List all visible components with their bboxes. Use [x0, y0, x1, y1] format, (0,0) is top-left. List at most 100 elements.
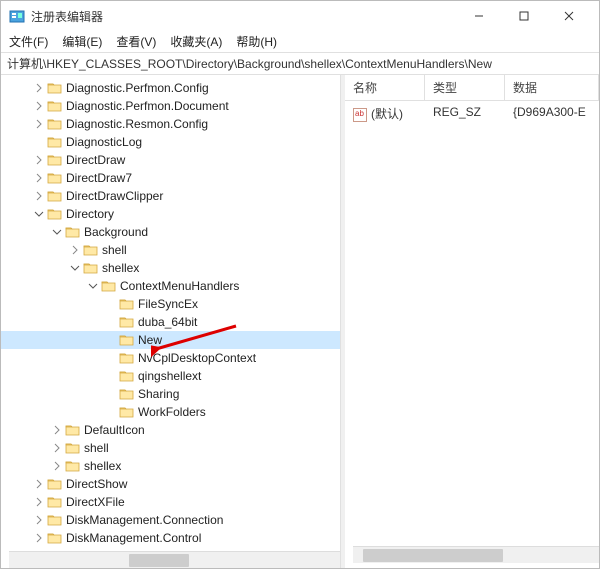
tree-item[interactable]: NvCplDesktopContext	[1, 349, 340, 367]
menu-file[interactable]: 文件(F)	[9, 33, 48, 50]
menu-favorites[interactable]: 收藏夹(A)	[170, 33, 222, 50]
column-header-data[interactable]: 数据	[505, 75, 599, 100]
tree-item-label: ContextMenuHandlers	[120, 279, 239, 293]
chevron-right-icon[interactable]	[31, 170, 47, 186]
tree-item[interactable]: DiskManagement.Connection	[1, 511, 340, 529]
tree-item[interactable]: DefaultIcon	[1, 421, 340, 439]
tree-item[interactable]: Directory	[1, 205, 340, 223]
tree-item-label: shell	[102, 243, 127, 257]
tree-item-label: DirectDraw	[66, 153, 125, 167]
folder-icon	[47, 477, 63, 491]
value-row[interactable]: (默认) REG_SZ{D969A300-E	[345, 101, 599, 126]
tree-item[interactable]: DirectXFile	[1, 493, 340, 511]
folder-icon	[47, 171, 63, 185]
tree-item[interactable]: WorkFolders	[1, 403, 340, 421]
chevron-right-icon[interactable]	[31, 116, 47, 132]
close-button[interactable]	[546, 1, 591, 31]
tree-item[interactable]: Diagnostic.Resmon.Config	[1, 115, 340, 133]
tree-item[interactable]: shellex	[1, 259, 340, 277]
menu-view[interactable]: 查看(V)	[116, 33, 156, 50]
column-header-name[interactable]: 名称	[345, 75, 425, 100]
chevron-right-icon[interactable]	[49, 422, 65, 438]
chevron-right-icon[interactable]	[31, 476, 47, 492]
folder-icon	[119, 315, 135, 329]
chevron-right-icon[interactable]	[31, 188, 47, 204]
tree-item-label: shellex	[84, 459, 121, 473]
tree-item-label: Diagnostic.Perfmon.Document	[66, 99, 229, 113]
folder-icon	[65, 441, 81, 455]
folder-icon	[47, 81, 63, 95]
tree-item[interactable]: Background	[1, 223, 340, 241]
chevron-right-icon[interactable]	[67, 242, 83, 258]
window-title: 注册表编辑器	[31, 8, 456, 25]
tree-item-label: DiskManagement.Connection	[66, 513, 223, 527]
menu-edit[interactable]: 编辑(E)	[62, 33, 102, 50]
spacer	[103, 332, 119, 348]
regedit-icon	[9, 8, 25, 24]
chevron-right-icon[interactable]	[31, 98, 47, 114]
folder-icon	[47, 153, 63, 167]
folder-icon	[119, 405, 135, 419]
chevron-right-icon[interactable]	[31, 494, 47, 510]
spacer	[103, 350, 119, 366]
chevron-right-icon[interactable]	[49, 458, 65, 474]
tree-item[interactable]: shell	[1, 439, 340, 457]
tree-item[interactable]: Diagnostic.Perfmon.Config	[1, 79, 340, 97]
horizontal-scrollbar[interactable]	[9, 551, 340, 568]
value-name: (默认)	[371, 107, 403, 121]
minimize-button[interactable]	[456, 1, 501, 31]
value-data: {D969A300-E	[505, 103, 599, 124]
chevron-down-icon[interactable]	[31, 206, 47, 222]
tree-item[interactable]: FileSyncEx	[1, 295, 340, 313]
tree-item[interactable]: ContextMenuHandlers	[1, 277, 340, 295]
maximize-button[interactable]	[501, 1, 546, 31]
tree-item-label: DirectXFile	[66, 495, 125, 509]
menu-help[interactable]: 帮助(H)	[236, 33, 277, 50]
tree-item[interactable]: DirectDrawClipper	[1, 187, 340, 205]
tree-item[interactable]: duba_64bit	[1, 313, 340, 331]
tree-item-label: Diagnostic.Perfmon.Config	[66, 81, 209, 95]
tree-item[interactable]: Sharing	[1, 385, 340, 403]
chevron-right-icon[interactable]	[31, 530, 47, 546]
folder-icon	[119, 351, 135, 365]
folder-icon	[65, 423, 81, 437]
tree-item-label: qingshellext	[138, 369, 201, 383]
spacer	[103, 314, 119, 330]
tree-item-label: NvCplDesktopContext	[138, 351, 256, 365]
spacer	[103, 386, 119, 402]
values-pane[interactable]: 名称 类型 数据 (默认) REG_SZ{D969A300-E	[345, 75, 599, 568]
value-type: REG_SZ	[425, 103, 505, 124]
tree-item[interactable]: shellex	[1, 457, 340, 475]
chevron-down-icon[interactable]	[67, 260, 83, 276]
tree-item-label: FileSyncEx	[138, 297, 198, 311]
horizontal-scrollbar[interactable]	[353, 546, 599, 563]
tree-pane[interactable]: Diagnostic.Perfmon.Config Diagnostic.Perf…	[1, 75, 341, 568]
folder-icon	[47, 117, 63, 131]
spacer	[31, 134, 47, 150]
spacer	[103, 296, 119, 312]
chevron-down-icon[interactable]	[49, 224, 65, 240]
folder-icon	[47, 135, 63, 149]
tree-item[interactable]: qingshellext	[1, 367, 340, 385]
chevron-down-icon[interactable]	[85, 278, 101, 294]
tree-item-label: Directory	[66, 207, 114, 221]
column-header-type[interactable]: 类型	[425, 75, 505, 100]
tree-item[interactable]: DirectDraw	[1, 151, 340, 169]
tree-item[interactable]: New	[1, 331, 340, 349]
chevron-right-icon[interactable]	[31, 512, 47, 528]
tree-item[interactable]: DiagnosticLog	[1, 133, 340, 151]
tree-item[interactable]: DirectDraw7	[1, 169, 340, 187]
addressbar[interactable]: 计算机\HKEY_CLASSES_ROOT\Directory\Backgrou…	[1, 53, 599, 75]
tree-item[interactable]: DirectShow	[1, 475, 340, 493]
tree-item[interactable]: DiskManagement.Control	[1, 529, 340, 547]
chevron-right-icon[interactable]	[31, 152, 47, 168]
tree-item-label: DiagnosticLog	[66, 135, 142, 149]
folder-icon	[119, 297, 135, 311]
chevron-right-icon[interactable]	[49, 440, 65, 456]
folder-icon	[47, 99, 63, 113]
tree-item[interactable]: shell	[1, 241, 340, 259]
folder-icon	[47, 495, 63, 509]
chevron-right-icon[interactable]	[31, 80, 47, 96]
tree-item[interactable]: Diagnostic.Perfmon.Document	[1, 97, 340, 115]
tree-item-label: Background	[84, 225, 148, 239]
